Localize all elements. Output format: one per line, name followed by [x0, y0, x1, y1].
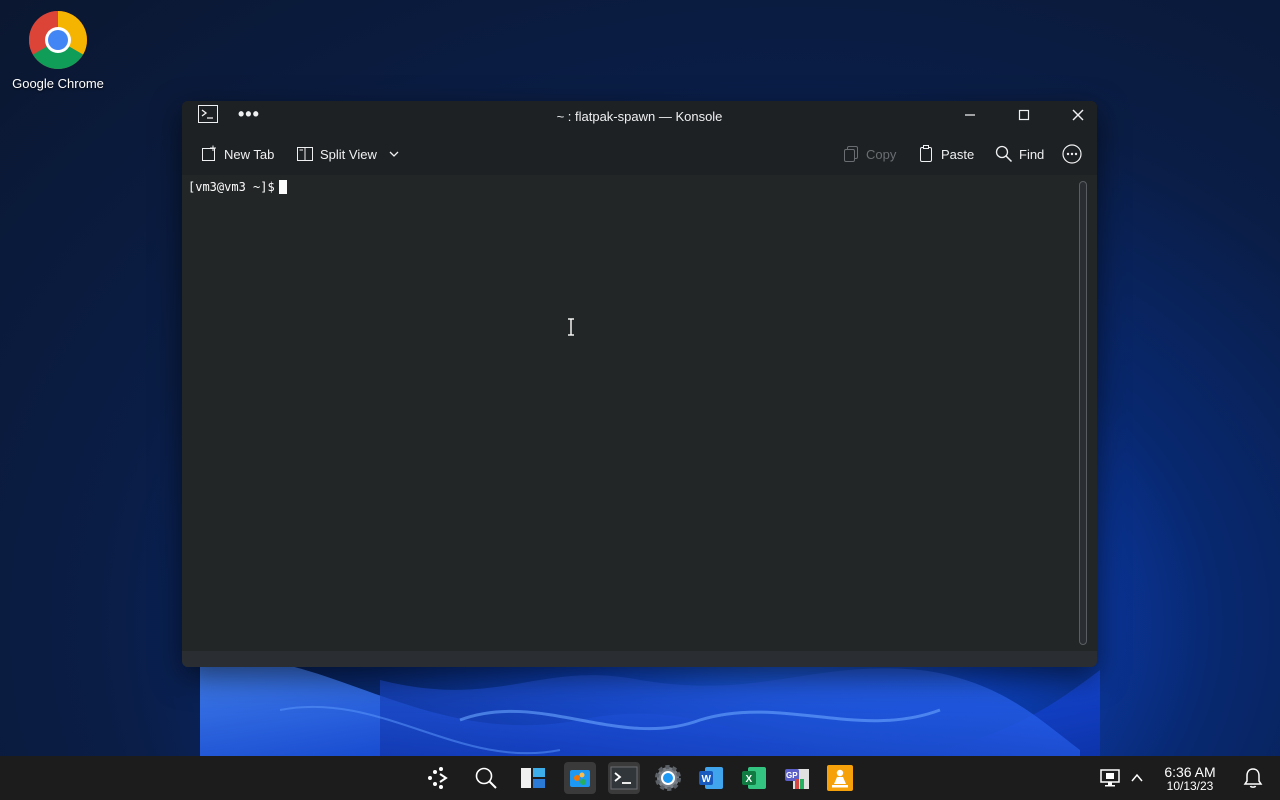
- notification-bell-icon[interactable]: [1242, 756, 1264, 800]
- prompt-line: [vm3@vm3 ~]$: [188, 180, 287, 194]
- split-view-icon: [297, 147, 313, 161]
- search-icon: [995, 145, 1013, 163]
- text-cursor: [278, 180, 287, 194]
- network-icon[interactable]: [1100, 756, 1122, 800]
- svg-text:GP: GP: [786, 771, 798, 780]
- more-icon: [1062, 144, 1082, 164]
- taskbar: W X GP 6:36 AM 10/13/23: [0, 756, 1280, 800]
- new-tab-label: New Tab: [224, 146, 275, 162]
- settings-icon[interactable]: [652, 762, 684, 794]
- more-options-button[interactable]: [1062, 143, 1082, 165]
- chrome-icon: [28, 10, 88, 70]
- paste-icon: [920, 145, 932, 162]
- ibeam-cursor-icon: [567, 318, 575, 339]
- svg-text:W: W: [702, 774, 712, 785]
- svg-text:X: X: [746, 774, 753, 785]
- terminal-icon[interactable]: [608, 762, 640, 794]
- copy-icon: [844, 146, 858, 162]
- new-tab-button[interactable]: New Tab: [200, 143, 274, 165]
- split-view-label: Split View: [320, 146, 377, 162]
- maximize-button[interactable]: [1013, 105, 1035, 125]
- prompt-text: [vm3@vm3 ~]$: [188, 180, 275, 194]
- desktop-icon-label: Google Chrome: [12, 76, 104, 91]
- paste-label: Paste: [941, 146, 975, 162]
- clock-time: 6:36 AM: [1164, 764, 1216, 780]
- terminal-area[interactable]: [vm3@vm3 ~]$: [182, 175, 1097, 651]
- find-button[interactable]: Find: [995, 143, 1044, 165]
- chevron-down-icon: [389, 151, 399, 157]
- desktop-icon-chrome[interactable]: Google Chrome: [6, 8, 110, 91]
- search-icon[interactable]: [470, 762, 502, 794]
- store-icon[interactable]: [564, 762, 596, 794]
- copy-label: Copy: [866, 146, 897, 162]
- close-button[interactable]: [1067, 105, 1089, 125]
- paste-button[interactable]: Paste: [917, 143, 974, 165]
- excel-icon[interactable]: X: [738, 762, 770, 794]
- gimp-icon[interactable]: GP: [781, 762, 813, 794]
- scrollbar[interactable]: [1079, 181, 1087, 645]
- start-icon[interactable]: [422, 762, 454, 794]
- window-bottom-edge: [182, 651, 1097, 667]
- clock[interactable]: 6:36 AM 10/13/23: [1158, 765, 1222, 793]
- word-icon[interactable]: W: [695, 762, 727, 794]
- widgets-icon[interactable]: [517, 762, 549, 794]
- new-tab-icon: [202, 145, 216, 161]
- chevron-up-icon[interactable]: [1130, 756, 1144, 800]
- toolbar: New Tab Split View Copy Paste Find: [182, 131, 1097, 175]
- split-view-button[interactable]: Split View: [296, 143, 401, 165]
- find-label: Find: [1019, 146, 1045, 162]
- vlc-icon[interactable]: [824, 762, 856, 794]
- copy-button[interactable]: Copy: [842, 143, 896, 165]
- konsole-window: ••• ~ : flatpak-spawn — Konsole New Tab: [182, 101, 1097, 667]
- clock-date: 10/13/23: [1166, 779, 1214, 793]
- titlebar[interactable]: ••• ~ : flatpak-spawn — Konsole: [182, 101, 1097, 131]
- minimize-button[interactable]: [959, 105, 981, 125]
